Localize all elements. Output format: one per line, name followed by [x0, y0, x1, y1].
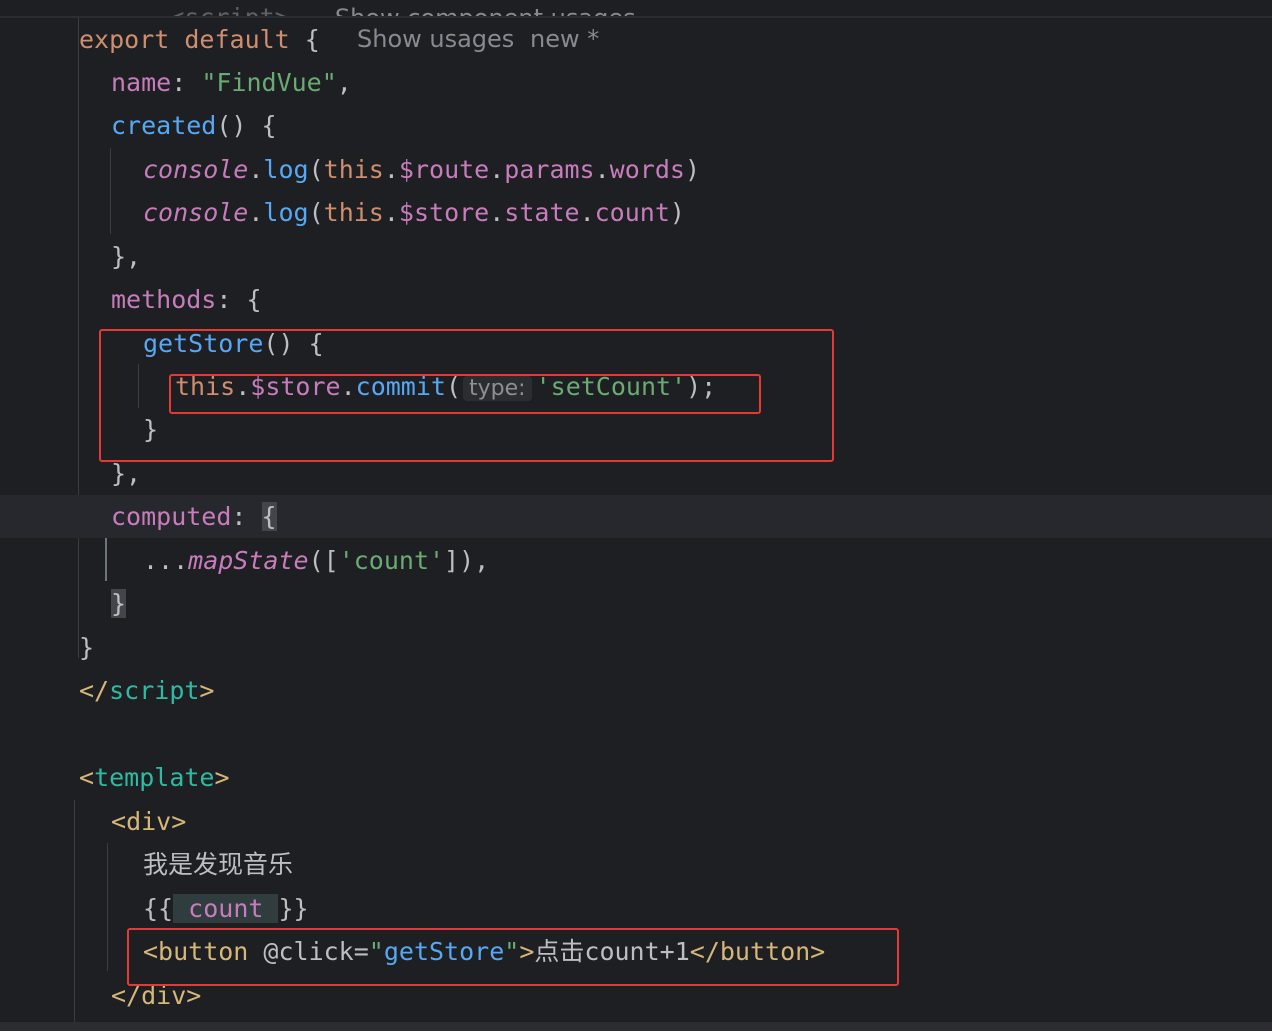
dot: .: [594, 155, 610, 184]
tag-bracket: >: [214, 763, 230, 792]
global-console: console: [143, 198, 249, 227]
tag-bracket: </: [79, 676, 110, 705]
global-console: console: [143, 155, 249, 184]
code-line-export[interactable]: export default { Show usages new *: [0, 18, 1272, 61]
code-line-export-end[interactable]: }: [0, 626, 1272, 669]
function-mapstate: mapState: [188, 546, 309, 575]
property-words: words: [609, 155, 685, 184]
dot: .: [579, 198, 595, 227]
code-line-computed[interactable]: computed: {: [0, 495, 1272, 538]
mustache-close: }}: [278, 894, 309, 923]
property-store: $store: [398, 198, 490, 227]
tag-div: div: [126, 807, 172, 836]
matched-brace-open: {: [261, 502, 277, 531]
keyword-default: default: [184, 25, 290, 54]
tag-bracket: >: [199, 676, 215, 705]
dot: .: [489, 155, 505, 184]
template-text-discover-music: 我是发现音乐: [143, 850, 294, 879]
paren: ): [684, 155, 700, 184]
code-editor[interactable]: <script> Show component usages export de…: [0, 0, 1272, 1031]
dot: .: [248, 198, 264, 227]
matched-brace-close: }: [111, 589, 127, 618]
code-line-mapstate[interactable]: ...mapState(['count']),: [0, 539, 1272, 582]
tag-bracket: <: [111, 807, 127, 836]
method-created: created: [111, 111, 217, 140]
comma: ,: [336, 68, 352, 97]
code-line-interpolation[interactable]: {{ count }}: [0, 887, 1272, 930]
dot: .: [248, 155, 264, 184]
code-line-methods[interactable]: methods: {: [0, 278, 1272, 321]
annotation-box-commit-call: [169, 374, 761, 414]
paren: (: [308, 155, 324, 184]
code-line-created-end[interactable]: },: [0, 235, 1272, 278]
dot: .: [383, 155, 399, 184]
script-open-tag: <script>: [169, 3, 289, 17]
property-params: params: [504, 155, 595, 184]
code-line-script-close[interactable]: </script>: [0, 669, 1272, 712]
keyword-export: export: [79, 25, 170, 54]
punctuation: ([: [308, 546, 339, 575]
punctuation: ]),: [444, 546, 490, 575]
method-log: log: [263, 198, 309, 227]
code-line-computed-end[interactable]: }: [0, 582, 1272, 625]
code-line-created[interactable]: created() {: [0, 104, 1272, 147]
string-findvue: "FindVue": [201, 68, 337, 97]
property-name: name: [111, 68, 172, 97]
property-count: count: [594, 198, 670, 227]
dot: .: [383, 198, 399, 227]
colon: :: [171, 68, 202, 97]
editor-bottom-edge: [0, 1022, 1272, 1031]
block-end: }: [79, 633, 95, 662]
tag-script: script: [109, 676, 200, 705]
punctuation: : {: [216, 285, 262, 314]
brace: {: [304, 25, 320, 54]
code-line-console-route[interactable]: console.log(this.$route.params.words): [0, 148, 1272, 191]
clipped-top-line: <script> Show component usages: [0, 0, 1272, 17]
tag-bracket: >: [171, 807, 187, 836]
show-usages-hint[interactable]: Show usages: [357, 18, 514, 61]
method-log: log: [263, 155, 309, 184]
paren: (: [308, 198, 324, 227]
annotation-box-button-element: [127, 928, 899, 986]
code-line-text[interactable]: 我是发现音乐: [0, 843, 1272, 886]
property-state: state: [504, 198, 580, 227]
code-line-div-open[interactable]: <div>: [0, 800, 1272, 843]
mustache-open: {{: [143, 894, 174, 923]
property-computed: computed: [111, 502, 232, 531]
code-line-template-open[interactable]: <template>: [0, 756, 1272, 799]
dot: .: [489, 198, 505, 227]
block-end: },: [111, 242, 142, 271]
code-line-console-store[interactable]: console.log(this.$store.state.count): [0, 191, 1272, 234]
property-route: $route: [398, 155, 490, 184]
interpolated-count: count: [173, 894, 279, 923]
code-line-name[interactable]: name: "FindVue",: [0, 61, 1272, 104]
property-methods: methods: [111, 285, 217, 314]
tag-template: template: [94, 763, 215, 792]
string-count: 'count': [338, 546, 445, 575]
keyword-this: this: [323, 198, 384, 227]
paren: ): [669, 198, 685, 227]
tag-bracket: <: [79, 763, 95, 792]
spread-operator: ...: [143, 546, 189, 575]
keyword-this: this: [323, 155, 384, 184]
punctuation: () {: [216, 111, 277, 140]
colon: :: [231, 502, 262, 531]
new-changes-hint[interactable]: new *: [530, 18, 599, 61]
